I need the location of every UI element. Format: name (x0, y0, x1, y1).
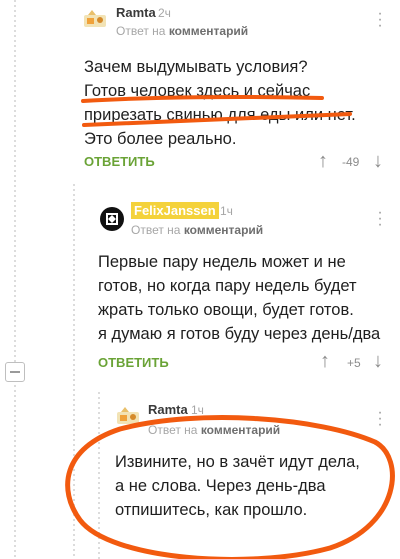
reply-button[interactable]: ОТВЕТИТЬ (84, 154, 155, 169)
avatar[interactable] (82, 9, 108, 29)
comment-time: 2ч (158, 6, 171, 20)
more-options-icon[interactable]: · · · (377, 405, 383, 433)
reply-to-line: Ответ на комментарий (148, 423, 280, 437)
comment-line: Первые пару недель может и не (98, 253, 346, 271)
comment-line: жрать только овощи, будет готов. (98, 301, 354, 319)
vote-count: +5 (347, 356, 361, 370)
reply-button[interactable]: ОТВЕТИТЬ (98, 355, 169, 370)
comment-line: прирезать свинью для еды или нет. (84, 106, 356, 124)
more-options-icon[interactable]: · · · (377, 205, 383, 233)
more-options-icon[interactable]: · · · (377, 6, 383, 34)
downvote-icon[interactable]: ↓ (373, 151, 383, 171)
avatar[interactable] (115, 406, 141, 426)
comment-line: Это более реально. (84, 130, 237, 148)
reply-target-link[interactable]: комментарий (169, 24, 248, 38)
upvote-icon[interactable]: ↑ (318, 151, 328, 171)
downvote-icon[interactable]: ↓ (373, 351, 383, 371)
comment-body: Зачем выдумывать условия? Готов человек … (84, 55, 356, 151)
comment-line: Зачем выдумывать условия? (84, 58, 308, 76)
reply-prefix: Ответ на (148, 423, 198, 437)
reply-prefix: Ответ на (116, 24, 166, 38)
comment-line: Готов человек здесь и сейчас (84, 82, 311, 100)
comment-body: Первые пару недель может и не готов, но … (98, 250, 380, 346)
reply-prefix: Ответ на (131, 223, 181, 237)
comment-body: Извините, но в зачёт идут дела, а не сло… (115, 450, 360, 522)
reply-target-link[interactable]: комментарий (184, 223, 263, 237)
avatar[interactable] (99, 206, 125, 232)
comment-line: готов, но когда пару недель будет (98, 277, 357, 295)
comment-line: а не слова. Через день-два (115, 477, 326, 495)
comment-author[interactable]: Ramta (116, 5, 156, 20)
thread-line (98, 392, 100, 559)
comment-time: 1ч (191, 403, 204, 417)
thread-line (14, 0, 16, 559)
comment-line: отпишитесь, как прошло. (115, 501, 308, 519)
reply-to-line: Ответ на комментарий (131, 223, 263, 237)
comment-author[interactable]: FelixJanssen (131, 202, 219, 219)
upvote-icon[interactable]: ↑ (320, 351, 330, 371)
reply-target-link[interactable]: комментарий (201, 423, 280, 437)
comment-line: я думаю я готов буду через день/два (98, 325, 381, 343)
comment-author[interactable]: Ramta (148, 402, 188, 417)
reply-to-line: Ответ на комментарий (116, 24, 248, 38)
collapse-thread-button[interactable] (5, 362, 25, 382)
thread-line (73, 184, 75, 559)
vote-count: -49 (342, 155, 360, 169)
comment-line: Извините, но в зачёт идут дела, (115, 453, 360, 471)
comment-time: 1ч (220, 204, 233, 218)
